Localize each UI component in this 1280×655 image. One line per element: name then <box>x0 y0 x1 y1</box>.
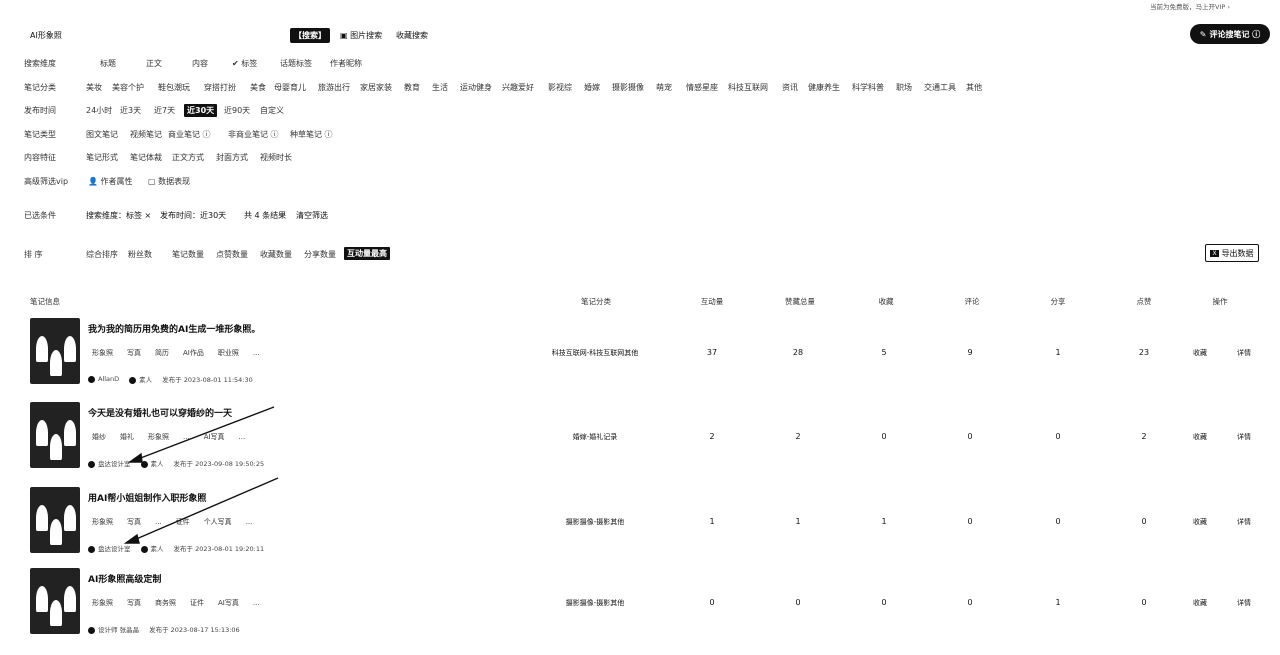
annotation-arrows <box>123 406 279 544</box>
